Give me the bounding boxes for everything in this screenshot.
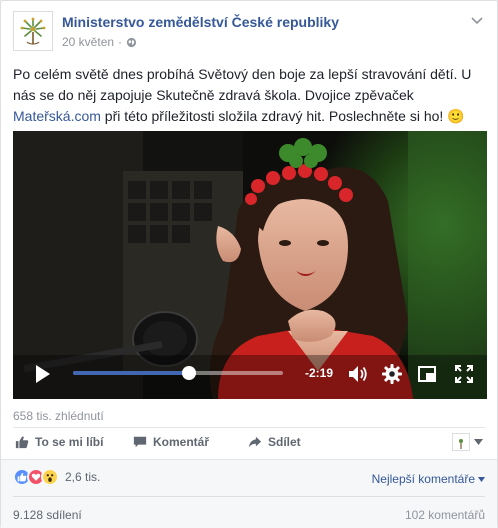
progress-bar[interactable] bbox=[73, 366, 283, 380]
share-label: Sdílet bbox=[268, 435, 301, 449]
share-as-selector[interactable] bbox=[452, 433, 483, 451]
picture-in-picture-icon bbox=[418, 366, 436, 382]
post-link[interactable]: Mateřská.com bbox=[13, 108, 101, 124]
video-frame bbox=[13, 131, 487, 399]
fullscreen-icon bbox=[455, 365, 473, 383]
divider bbox=[13, 496, 485, 497]
volume-icon bbox=[349, 366, 367, 382]
ministry-logo-icon bbox=[20, 17, 46, 45]
divider bbox=[13, 427, 485, 428]
post-summary: 2,6 tis. Nejlepší komentáře 9.128 sdílen… bbox=[1, 459, 497, 528]
reactions-summary[interactable]: 2,6 tis. bbox=[13, 468, 100, 486]
sort-label: Nejlepší komentáře bbox=[371, 472, 475, 486]
play-icon bbox=[36, 365, 50, 383]
post-card: Ministerstvo zemědělství České republiky… bbox=[0, 0, 498, 528]
post-text: Po celém světě dnes probíhá Světový den … bbox=[13, 64, 485, 127]
action-bar: To se mi líbí Komentář Sdílet bbox=[13, 429, 485, 457]
share-button[interactable]: Sdílet bbox=[248, 435, 301, 449]
share-icon bbox=[248, 436, 262, 448]
meta-separator: · bbox=[118, 35, 123, 49]
wow-reaction-icon bbox=[41, 468, 59, 486]
post-header: Ministerstvo zemědělství České republiky… bbox=[13, 11, 485, 55]
progress-fill bbox=[73, 371, 189, 375]
page-avatar-icon bbox=[452, 433, 470, 451]
pip-button[interactable] bbox=[416, 363, 438, 385]
play-button[interactable] bbox=[33, 363, 53, 385]
reaction-count[interactable]: 2,6 tis. bbox=[65, 470, 100, 484]
caret-down-icon bbox=[478, 476, 485, 482]
time-remaining: -2:19 bbox=[305, 366, 334, 380]
like-label: To se mi líbí bbox=[35, 435, 104, 449]
progress-handle[interactable] bbox=[181, 366, 196, 380]
gear-icon bbox=[382, 364, 402, 384]
post-meta: 20 květen · bbox=[62, 35, 137, 49]
page-avatar[interactable] bbox=[13, 11, 53, 51]
page-name-link[interactable]: Ministerstvo zemědělství České republiky bbox=[62, 14, 339, 30]
settings-button[interactable] bbox=[381, 363, 403, 385]
post-date[interactable]: 20 květen bbox=[62, 35, 114, 49]
comment-icon bbox=[133, 436, 147, 448]
comment-button[interactable]: Komentář bbox=[133, 435, 209, 449]
video-player[interactable]: -2:19 bbox=[13, 131, 487, 399]
post-options-button[interactable] bbox=[469, 13, 485, 29]
comment-sort-dropdown[interactable]: Nejlepší komentáře bbox=[372, 472, 485, 486]
fullscreen-button[interactable] bbox=[453, 363, 475, 385]
comment-label: Komentář bbox=[153, 435, 210, 449]
comment-count[interactable]: 102 komentářů bbox=[405, 508, 485, 522]
caret-down-icon bbox=[474, 439, 483, 445]
view-count: 658 tis. zhlédnutí bbox=[13, 409, 104, 423]
like-button[interactable]: To se mi líbí bbox=[15, 435, 103, 449]
post-text-part: Po celém světě dnes probíhá Světový den … bbox=[13, 66, 472, 103]
thumbs-up-icon bbox=[15, 436, 29, 449]
globe-icon[interactable] bbox=[126, 37, 137, 48]
share-count[interactable]: 9.128 sdílení bbox=[13, 508, 82, 522]
chevron-down-icon bbox=[471, 17, 483, 25]
volume-button[interactable] bbox=[347, 363, 369, 385]
post-text-part: při této příležitosti složila zdravý hit… bbox=[100, 108, 465, 124]
